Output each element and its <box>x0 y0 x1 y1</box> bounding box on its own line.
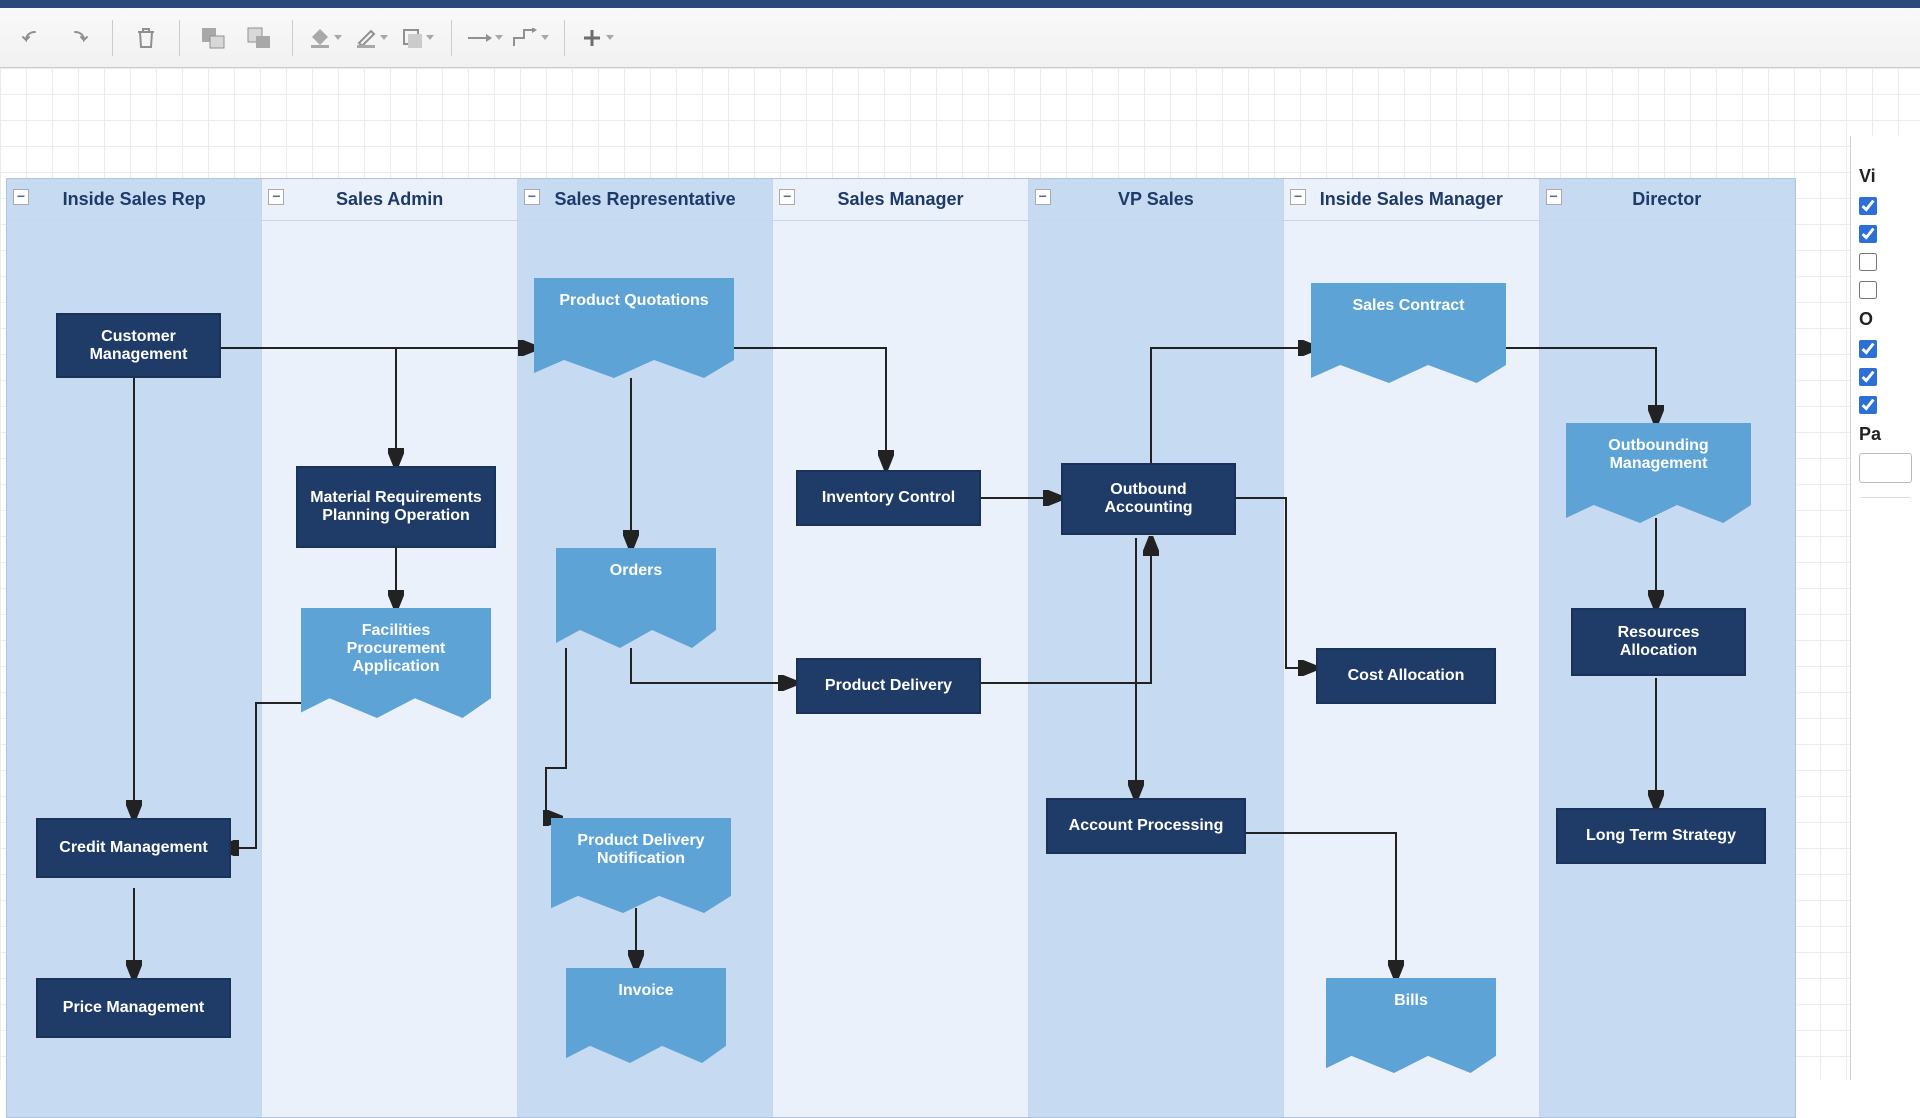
collapse-icon[interactable]: − <box>1546 189 1562 205</box>
workspace: −Inside Sales Rep −Sales Admin −Sales Re… <box>0 68 1920 1080</box>
node-customer-management[interactable]: Customer Management <box>56 313 221 378</box>
redo-button[interactable] <box>56 16 102 60</box>
panel-checkbox[interactable] <box>1859 197 1912 215</box>
collapse-icon[interactable]: − <box>13 189 29 205</box>
lane-title: Inside Sales Rep <box>63 189 206 210</box>
node-inventory-control[interactable]: Inventory Control <box>796 470 981 526</box>
collapse-icon[interactable]: − <box>1035 189 1051 205</box>
lane-title: Inside Sales Manager <box>1320 189 1503 210</box>
right-panel: Vi O Pa <box>1850 136 1920 1080</box>
send-back-button[interactable] <box>190 16 236 60</box>
separator <box>564 20 565 56</box>
node-product-delivery[interactable]: Product Delivery <box>796 658 981 714</box>
separator <box>112 20 113 56</box>
title-bar <box>0 0 1920 8</box>
panel-input[interactable] <box>1859 453 1912 483</box>
add-button[interactable] <box>575 16 621 60</box>
separator <box>179 20 180 56</box>
collapse-icon[interactable]: − <box>524 189 540 205</box>
toolbar <box>0 8 1920 68</box>
panel-checkbox[interactable] <box>1859 253 1912 271</box>
separator <box>292 20 293 56</box>
lane-title: Sales Admin <box>336 189 443 210</box>
collapse-icon[interactable]: − <box>1290 189 1306 205</box>
panel-checkbox[interactable] <box>1859 281 1912 299</box>
swimlane-pool[interactable]: −Inside Sales Rep −Sales Admin −Sales Re… <box>6 178 1796 1118</box>
lane-sales-manager[interactable]: − Sales Manager <box>773 179 1028 1117</box>
lane-title: Sales Manager <box>837 189 963 210</box>
node-outbound-accounting[interactable]: Outbound Accounting <box>1061 463 1236 535</box>
connection-type-button[interactable] <box>462 16 508 60</box>
panel-section-page: Pa <box>1859 424 1912 445</box>
panel-section-view: Vi <box>1859 166 1912 187</box>
waypoint-button[interactable] <box>508 16 554 60</box>
fill-color-button[interactable] <box>303 16 349 60</box>
panel-checkbox[interactable] <box>1859 340 1912 358</box>
panel-checkbox[interactable] <box>1859 368 1912 386</box>
panel-input[interactable] <box>1859 497 1912 517</box>
delete-button[interactable] <box>123 16 169 60</box>
node-cost-allocation[interactable]: Cost Allocation <box>1316 648 1496 704</box>
node-credit-management[interactable]: Credit Management <box>36 818 231 878</box>
collapse-icon[interactable]: − <box>268 189 284 205</box>
panel-checkbox[interactable] <box>1859 225 1912 243</box>
lane-vp-sales[interactable]: − VP Sales <box>1029 179 1284 1117</box>
collapse-icon[interactable]: − <box>779 189 795 205</box>
node-price-management[interactable]: Price Management <box>36 978 231 1038</box>
separator <box>451 20 452 56</box>
node-account-processing[interactable]: Account Processing <box>1046 798 1246 854</box>
lane-title: Sales Representative <box>555 189 736 210</box>
panel-checkbox[interactable] <box>1859 396 1912 414</box>
node-resources-allocation[interactable]: Resources Allocation <box>1571 608 1746 676</box>
node-long-term-strategy[interactable]: Long Term Strategy <box>1556 808 1766 864</box>
lane-title: VP Sales <box>1118 189 1194 210</box>
lane-title: Director <box>1632 189 1701 210</box>
bring-front-button[interactable] <box>236 16 282 60</box>
node-mrp[interactable]: Material Requirements Planning Operation <box>296 466 496 548</box>
line-color-button[interactable] <box>349 16 395 60</box>
panel-section-options: O <box>1859 309 1912 330</box>
shadow-button[interactable] <box>395 16 441 60</box>
undo-button[interactable] <box>10 16 56 60</box>
